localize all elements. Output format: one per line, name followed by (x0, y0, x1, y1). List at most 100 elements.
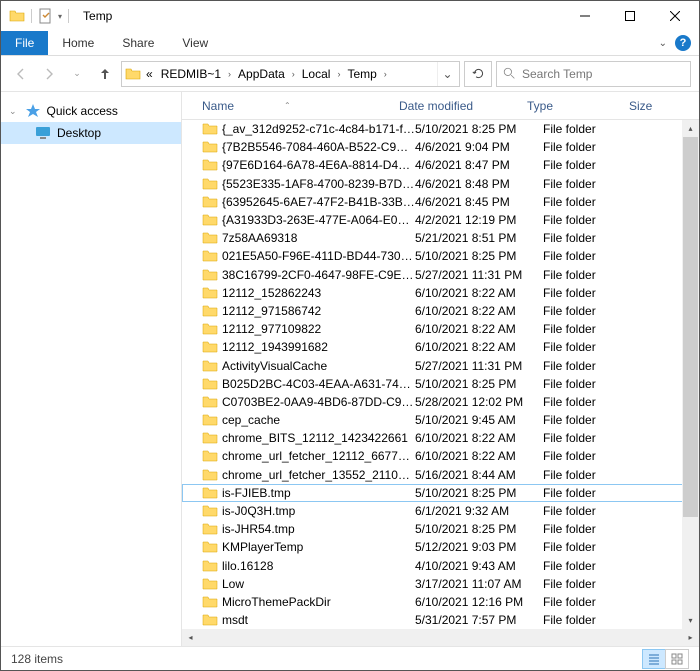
table-row[interactable]: {A31933D3-263E-477E-A064-E00E472C80...4/… (182, 211, 699, 229)
cell-type: File folder (543, 540, 645, 554)
vertical-scrollbar[interactable]: ▴ ▾ (682, 120, 699, 629)
folder-icon (202, 249, 218, 263)
chevron-right-icon[interactable]: › (289, 69, 298, 79)
address-bar[interactable]: «REDMIB~1›AppData›Local›Temp› ⌄ (121, 61, 460, 87)
table-row[interactable]: 7z58AA693185/21/2021 8:51 PMFile folder (182, 229, 699, 247)
table-row[interactable]: {_av_312d9252-c71c-4c84-b171-f4ad46e2...… (182, 120, 699, 138)
table-row[interactable]: chrome_url_fetcher_13552_21108800455/16/… (182, 466, 699, 484)
breadcrumb-overflow[interactable]: « (142, 67, 157, 81)
cell-date: 5/16/2021 8:44 AM (415, 468, 543, 482)
forward-button[interactable] (37, 62, 61, 86)
table-row[interactable]: lilo.161284/10/2021 9:43 AMFile folder (182, 557, 699, 575)
qat-dropdown-icon[interactable]: ▾ (58, 12, 62, 21)
cell-date: 5/27/2021 11:31 PM (415, 359, 543, 373)
refresh-button[interactable] (464, 61, 492, 87)
table-row[interactable]: is-J0Q3H.tmp6/1/2021 9:32 AMFile folder (182, 502, 699, 520)
minimize-button[interactable] (562, 2, 607, 30)
table-row[interactable]: C0703BE2-0AA9-4BD6-87DD-C9421B7A2...5/28… (182, 393, 699, 411)
horizontal-scrollbar[interactable]: ◂ ▸ (182, 629, 699, 646)
address-dropdown-icon[interactable]: ⌄ (437, 62, 457, 86)
tab-share[interactable]: Share (108, 31, 168, 55)
column-type[interactable]: Type (527, 99, 629, 113)
table-row[interactable]: Low3/17/2021 11:07 AMFile folder (182, 575, 699, 593)
cell-date: 5/10/2021 9:45 AM (415, 413, 543, 427)
table-row[interactable]: is-FJIEB.tmp5/10/2021 8:25 PMFile folder (182, 484, 699, 502)
table-row[interactable]: 12112_9771098226/10/2021 8:22 AMFile fol… (182, 320, 699, 338)
table-row[interactable]: 12112_9715867426/10/2021 8:22 AMFile fol… (182, 302, 699, 320)
star-icon (25, 103, 41, 119)
folder-icon (202, 613, 218, 627)
help-icon[interactable]: ? (675, 35, 691, 51)
table-row[interactable]: 12112_19439916826/10/2021 8:22 AMFile fo… (182, 338, 699, 356)
recent-dropdown[interactable]: ⌄ (65, 62, 89, 86)
folder-icon (202, 559, 218, 573)
cell-type: File folder (543, 595, 645, 609)
folder-icon (202, 486, 218, 500)
table-row[interactable]: {63952645-6AE7-47F2-B41B-33B5F7DFE9...4/… (182, 193, 699, 211)
table-row[interactable]: {7B2B5546-7084-460A-B522-C9BC2C1817...4/… (182, 138, 699, 156)
status-bar: 128 items (1, 646, 699, 670)
breadcrumb-segment[interactable]: Local (298, 67, 335, 81)
table-row[interactable]: is-JHR54.tmp5/10/2021 8:25 PMFile folder (182, 520, 699, 538)
cell-name: {_av_312d9252-c71c-4c84-b171-f4ad46e2... (222, 122, 415, 136)
back-button[interactable] (9, 62, 33, 86)
table-row[interactable]: msdt5/31/2021 7:57 PMFile folder (182, 611, 699, 629)
up-button[interactable] (93, 62, 117, 86)
scroll-right-icon[interactable]: ▸ (682, 633, 699, 642)
folder-icon (202, 195, 218, 209)
ribbon: File Home Share View ⌄ ? (1, 31, 699, 56)
column-date[interactable]: Date modified (399, 99, 527, 113)
column-name[interactable]: Name⌃ (202, 99, 399, 113)
breadcrumb-segment[interactable]: REDMIB~1 (157, 67, 225, 81)
table-row[interactable]: {5523E335-1AF8-4700-8239-B7D64BBB6C...4/… (182, 175, 699, 193)
table-row[interactable]: chrome_BITS_12112_14234226616/10/2021 8:… (182, 429, 699, 447)
search-input[interactable]: Search Temp (496, 61, 691, 87)
cell-name: {A31933D3-263E-477E-A064-E00E472C80... (222, 213, 415, 227)
breadcrumb-segment[interactable]: Temp (343, 67, 380, 81)
scrollbar-thumb[interactable] (683, 137, 698, 517)
table-row[interactable]: cep_cache5/10/2021 9:45 AMFile folder (182, 411, 699, 429)
thumbnails-view-button[interactable] (665, 649, 689, 669)
title-bar: ▾ Temp (1, 1, 699, 31)
details-view-button[interactable] (642, 649, 666, 669)
folder-icon (202, 449, 218, 463)
sidebar-item-desktop[interactable]: Desktop (1, 122, 181, 144)
folder-icon (202, 322, 218, 336)
cell-date: 5/12/2021 9:03 PM (415, 540, 543, 554)
maximize-button[interactable] (607, 2, 652, 30)
breadcrumb-segment[interactable]: AppData (234, 67, 289, 81)
tab-file[interactable]: File (1, 31, 48, 55)
sidebar-item-quick-access[interactable]: ⌄ Quick access (1, 100, 181, 122)
cell-name: chrome_url_fetcher_12112_667700497 (222, 449, 415, 463)
tab-home[interactable]: Home (48, 31, 108, 55)
column-size[interactable]: Size (629, 99, 689, 113)
folder-icon (202, 395, 218, 409)
table-row[interactable]: ActivityVisualCache5/27/2021 11:31 PMFil… (182, 356, 699, 374)
close-button[interactable] (652, 2, 697, 30)
cell-date: 5/10/2021 8:25 PM (415, 122, 543, 136)
scroll-up-icon[interactable]: ▴ (682, 120, 699, 137)
chevron-down-icon[interactable]: ⌄ (659, 38, 667, 49)
folder-icon (202, 359, 218, 373)
chevron-right-icon[interactable]: › (381, 69, 390, 79)
properties-icon[interactable] (38, 8, 54, 24)
tab-view[interactable]: View (168, 31, 222, 55)
table-row[interactable]: B025D2BC-4C03-4EAA-A631-7496191B3B...5/1… (182, 375, 699, 393)
chevron-right-icon[interactable]: › (225, 69, 234, 79)
table-row[interactable]: 12112_1528622436/10/2021 8:22 AMFile fol… (182, 284, 699, 302)
table-row[interactable]: 38C16799-2CF0-4647-98FE-C9E2CF3A871E5/27… (182, 266, 699, 284)
table-row[interactable]: KMPlayerTemp5/12/2021 9:03 PMFile folder (182, 538, 699, 556)
table-row[interactable]: {97E6D164-6A78-4E6A-8814-D4FB6F25CA...4/… (182, 156, 699, 174)
table-row[interactable]: 021E5A50-F96E-411D-BD44-730702CA96125/10… (182, 247, 699, 265)
scroll-left-icon[interactable]: ◂ (182, 633, 199, 642)
table-row[interactable]: chrome_url_fetcher_12112_6677004976/10/2… (182, 447, 699, 465)
search-placeholder: Search Temp (522, 67, 592, 81)
table-row[interactable]: MicroThemePackDir6/10/2021 12:16 PMFile … (182, 593, 699, 611)
scroll-down-icon[interactable]: ▾ (682, 612, 699, 629)
chevron-right-icon[interactable]: › (334, 69, 343, 79)
folder-icon (202, 304, 218, 318)
cell-date: 5/31/2021 7:57 PM (415, 613, 543, 627)
cell-name: 12112_1943991682 (222, 340, 415, 354)
cell-date: 5/21/2021 8:51 PM (415, 231, 543, 245)
folder-icon (202, 595, 218, 609)
